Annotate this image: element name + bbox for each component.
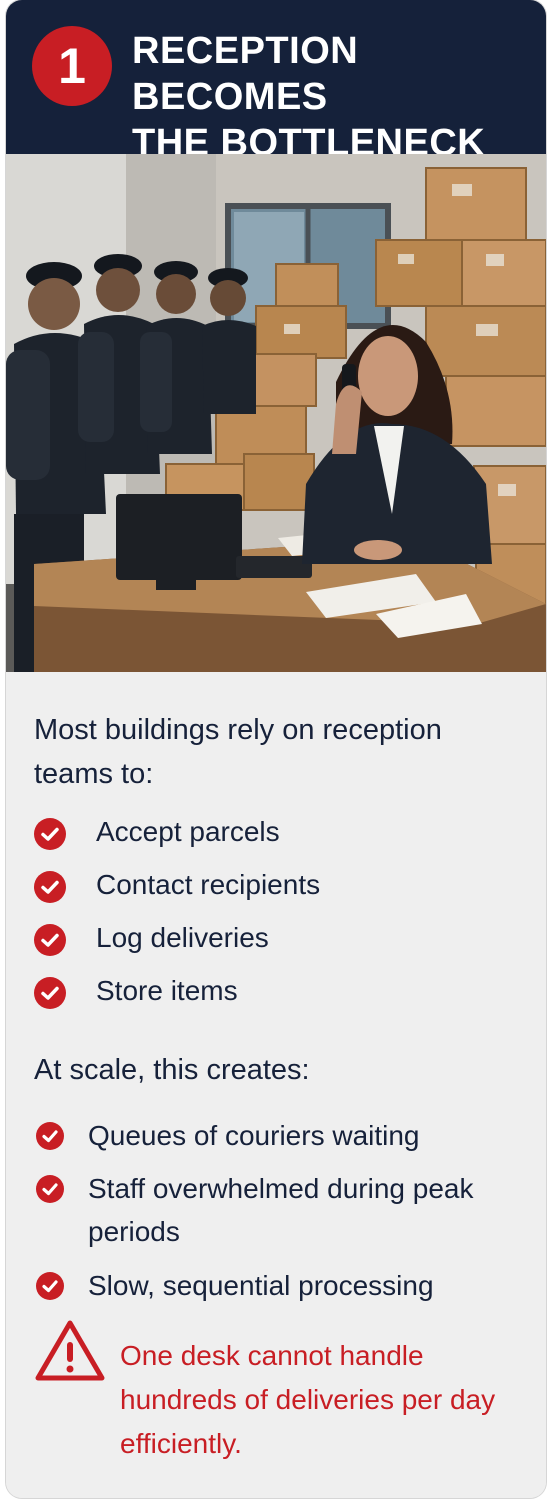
cross-check-icon — [36, 1175, 64, 1203]
list-item-label: Slow, sequential processing — [88, 1270, 434, 1301]
title-line-1: RECEPTION BECOMES — [132, 30, 359, 118]
card-header: 1 RECEPTION BECOMES THE BOTTLENECK — [6, 0, 546, 164]
cross-check-icon — [36, 1122, 64, 1150]
list-item-label: Accept parcels — [96, 816, 280, 847]
intro-text: Most buildings rely on reception teams t… — [34, 714, 442, 790]
scale-heading: At scale, this creates: — [34, 1054, 310, 1086]
step-number-badge: 1 — [32, 26, 112, 106]
list-item-label: Log deliveries — [96, 922, 269, 953]
info-card: 1 RECEPTION BECOMES THE BOTTLENECK Most … — [6, 0, 546, 1498]
list-item-label: Staff overwhelmed during peak periods — [88, 1173, 474, 1247]
check-icon — [34, 977, 66, 1009]
list-item-label: Store items — [96, 975, 238, 1006]
reception-illustration — [6, 154, 546, 672]
check-icon — [34, 924, 66, 956]
cross-check-icon — [36, 1272, 64, 1300]
card-title: RECEPTION BECOMES THE BOTTLENECK — [132, 28, 532, 166]
check-icon — [34, 871, 66, 903]
warning-triangle-icon — [34, 1318, 106, 1389]
card-content: Most buildings rely on reception teams t… — [6, 672, 546, 1498]
list-item-label: Contact recipients — [96, 869, 321, 900]
list-item-label: Queues of couriers waiting — [88, 1120, 420, 1151]
check-icon — [34, 818, 66, 850]
warning-text: One desk cannot handle hundreds of deliv… — [120, 1340, 496, 1459]
